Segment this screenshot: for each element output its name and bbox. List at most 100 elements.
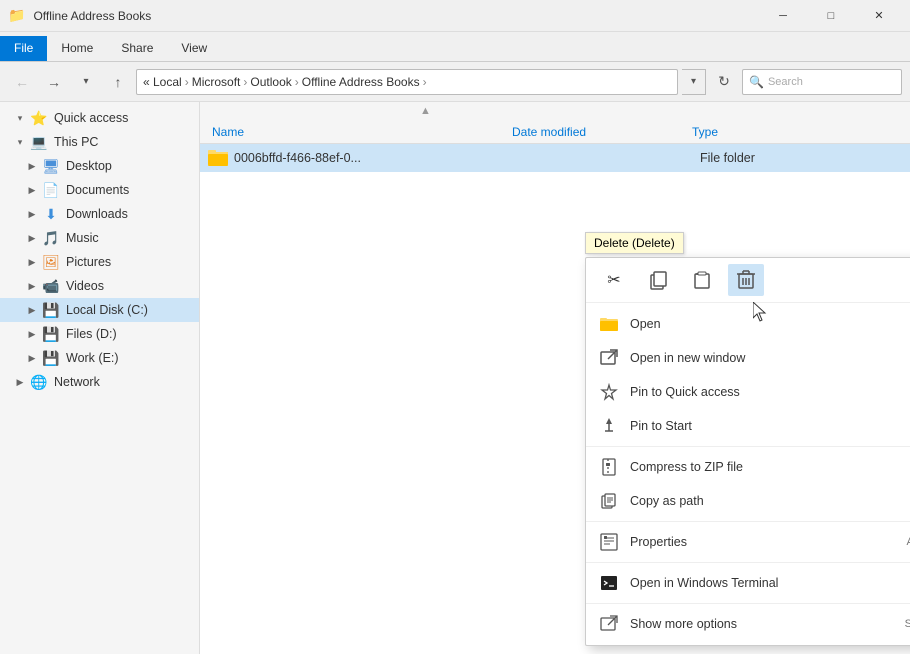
ctx-paste-button[interactable] [684, 264, 720, 296]
open-new-window-icon [598, 347, 620, 369]
ctx-delete-button[interactable] [728, 264, 764, 296]
sidebar-item-files-d[interactable]: ▶ 💾 Files (D:) [0, 322, 199, 346]
ctx-properties-shortcut: Alt+Enter [906, 536, 910, 548]
this-pc-icon: 💻 [30, 133, 48, 151]
sidebar-item-pictures[interactable]: ▶ 🖼 Pictures [0, 250, 199, 274]
sidebar-item-music[interactable]: ▶ 🎵 Music [0, 226, 199, 250]
file-type: File folder [700, 151, 850, 165]
compress-zip-icon [598, 456, 620, 478]
sidebar-item-videos[interactable]: ▶ 📹 Videos [0, 274, 199, 298]
refresh-button[interactable]: ↻ [710, 69, 738, 95]
address-microsoft: Microsoft [192, 75, 241, 89]
ctx-copy-path[interactable]: Copy as path [586, 484, 910, 518]
expand-pictures: ▶ [24, 254, 40, 270]
sidebar-label-desktop: Desktop [66, 159, 191, 173]
col-header-date[interactable]: Date modified [504, 120, 684, 143]
pictures-icon: 🖼 [42, 253, 60, 271]
expand-downloads: ▶ [24, 206, 40, 222]
ribbon-tabs: File Home Share View [0, 32, 910, 62]
col-header-type[interactable]: Type [684, 120, 834, 143]
expand-icon: ▾ [12, 110, 28, 126]
ctx-copy-button[interactable] [640, 264, 676, 296]
sidebar-item-work-e[interactable]: ▶ 💾 Work (E:) [0, 346, 199, 370]
tooltip-text: Delete (Delete) [594, 236, 675, 250]
address-offline-books: Offline Address Books [302, 75, 420, 89]
ctx-open-label: Open [630, 317, 906, 331]
tab-home[interactable]: Home [47, 36, 107, 61]
sidebar-item-network[interactable]: ▶ 🌐 Network [0, 370, 199, 394]
main-layout: ▾ ⭐ Quick access ▾ 💻 This PC ▶ 🖥 Desktop… [0, 102, 910, 654]
ctx-properties-label: Properties [630, 535, 886, 549]
tab-view[interactable]: View [167, 36, 221, 61]
sidebar-item-this-pc[interactable]: ▾ 💻 This PC [0, 130, 199, 154]
address-bar-row: ← → ▾ ↑ « Local › Microsoft › Outlook › … [0, 62, 910, 102]
desktop-icon: 🖥 [42, 157, 60, 175]
ctx-open-new-window[interactable]: Open in new window [586, 341, 910, 375]
sidebar-label-documents: Documents [66, 183, 191, 197]
sidebar-item-local-disk-c[interactable]: ▶ 💾 Local Disk (C:) [0, 298, 199, 322]
expand-files-d: ▶ [24, 326, 40, 342]
sidebar-item-documents[interactable]: ▶ 📄 Documents [0, 178, 199, 202]
expand-videos: ▶ [24, 278, 40, 294]
sidebar-label-videos: Videos [66, 279, 191, 293]
maximize-button[interactable]: □ [808, 0, 854, 32]
sidebar-item-desktop[interactable]: ▶ 🖥 Desktop [0, 154, 199, 178]
address-dropdown[interactable]: ▾ [682, 69, 706, 95]
ctx-open[interactable]: Open Enter [586, 307, 910, 341]
ctx-open-terminal[interactable]: Open in Windows Terminal [586, 566, 910, 600]
network-icon: 🌐 [30, 373, 48, 391]
expand-local-c: ▶ [24, 302, 40, 318]
downloads-icon: ⬇ [42, 205, 60, 223]
file-name: 0006bffd-f466-88ef-0... [234, 151, 520, 165]
copy-path-icon [598, 490, 620, 512]
search-box[interactable]: 🔍 Search [742, 69, 902, 95]
documents-icon: 📄 [42, 181, 60, 199]
sidebar-label-network: Network [54, 375, 191, 389]
col-header-name[interactable]: Name [204, 120, 504, 143]
tab-share[interactable]: Share [107, 36, 167, 61]
sidebar-label-work-e: Work (E:) [66, 351, 191, 365]
ctx-show-more[interactable]: Show more options Shift+F10 [586, 607, 910, 641]
ctx-cut-button[interactable]: ✂ [596, 264, 632, 296]
sidebar-item-quick-access[interactable]: ▾ ⭐ Quick access [0, 106, 199, 130]
work-e-icon: 💾 [42, 349, 60, 367]
nav-up-button[interactable]: ↑ [104, 68, 132, 96]
videos-icon: 📹 [42, 277, 60, 295]
expand-docs: ▶ [24, 182, 40, 198]
file-pane: ▲ Name Date modified Type [200, 102, 910, 654]
nav-recent-button[interactable]: ▾ [72, 68, 100, 96]
address-box[interactable]: « Local › Microsoft › Outlook › Offline … [136, 69, 678, 95]
address-local: « Local [143, 75, 182, 89]
title-bar-controls: ─ □ ✕ [760, 0, 902, 32]
table-row[interactable]: 0006bffd-f466-88ef-0... File folder [200, 144, 910, 172]
close-button[interactable]: ✕ [856, 0, 902, 32]
search-icon: 🔍 [749, 75, 764, 89]
minimize-button[interactable]: ─ [760, 0, 806, 32]
local-disk-c-icon: 💾 [42, 301, 60, 319]
ctx-pin-quick-access[interactable]: Pin to Quick access [586, 375, 910, 409]
title-bar-icons: 📁 [8, 7, 25, 24]
context-menu-toolbar: ✂ [586, 258, 910, 303]
properties-icon [598, 531, 620, 553]
file-list-header: Name Date modified Type [200, 120, 910, 144]
sidebar-label-files-d: Files (D:) [66, 327, 191, 341]
ctx-show-more-shortcut: Shift+F10 [905, 618, 910, 630]
ctx-compress-zip[interactable]: Compress to ZIP file [586, 450, 910, 484]
delete-tooltip: Delete (Delete) [585, 232, 684, 254]
open-icon [598, 313, 620, 335]
app-icon: 📁 [8, 7, 25, 24]
sidebar-label-music: Music [66, 231, 191, 245]
sidebar-item-downloads[interactable]: ▶ ⬇ Downloads [0, 202, 199, 226]
sidebar-label-this-pc: This PC [54, 135, 191, 149]
ctx-pin-start[interactable]: Pin to Start [586, 409, 910, 443]
sort-indicator: ▲ [200, 102, 910, 120]
ctx-show-more-label: Show more options [630, 617, 885, 631]
ctx-properties[interactable]: Properties Alt+Enter [586, 525, 910, 559]
sidebar-label-local-disk-c: Local Disk (C:) [66, 303, 191, 317]
expand-work-e: ▶ [24, 350, 40, 366]
sidebar-label-downloads: Downloads [66, 207, 191, 221]
nav-forward-button[interactable]: → [40, 68, 68, 96]
quick-access-icon: ⭐ [30, 109, 48, 127]
tab-file[interactable]: File [0, 36, 47, 61]
nav-back-button[interactable]: ← [8, 68, 36, 96]
